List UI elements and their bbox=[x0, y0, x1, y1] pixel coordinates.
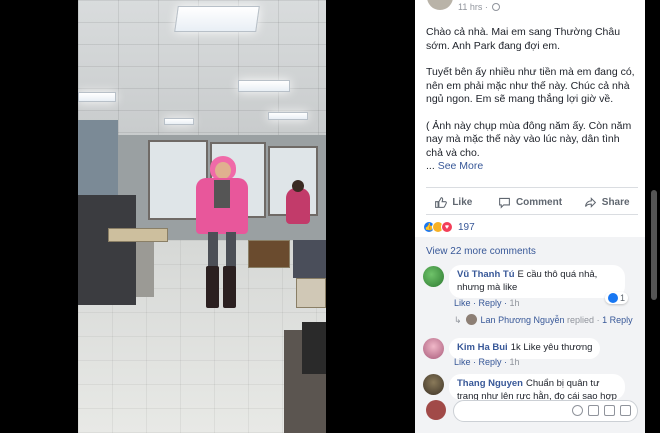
comment-bubble: Kim Ha Bui 1k Like yêu thương bbox=[449, 338, 601, 359]
comment-like-badge[interactable]: 1 bbox=[605, 292, 629, 304]
share-icon bbox=[584, 196, 596, 208]
divider bbox=[426, 214, 638, 215]
reply-action: replied bbox=[567, 315, 595, 325]
post-panel: 11 hrs · Chào cả nhà. Mai em sang Thường… bbox=[415, 0, 645, 433]
reply-avatar bbox=[465, 314, 477, 325]
commenter-avatar[interactable] bbox=[423, 338, 444, 359]
comment-meta: Like · Reply · 1h bbox=[454, 357, 520, 367]
write-comment bbox=[426, 398, 638, 424]
post-header: 11 hrs · bbox=[415, 0, 645, 18]
see-more-link[interactable]: See More bbox=[438, 160, 484, 172]
share-button[interactable]: Share bbox=[568, 191, 645, 213]
comment-like-link[interactable]: Like bbox=[454, 298, 471, 308]
camera-icon[interactable] bbox=[588, 405, 599, 416]
love-reaction-icon: ♥ bbox=[441, 221, 453, 233]
commenter-name[interactable]: Thang Nguyen bbox=[457, 378, 523, 389]
comment-meta: Like · Reply · 1h bbox=[454, 298, 520, 308]
comment-time[interactable]: 1h bbox=[510, 298, 520, 308]
comment-button[interactable]: Comment bbox=[492, 191, 569, 213]
comment-button-label: Comment bbox=[515, 196, 563, 208]
post-actions: Like Comment Share bbox=[415, 191, 645, 213]
post-photo[interactable] bbox=[78, 0, 326, 433]
divider bbox=[426, 187, 638, 188]
post-text: Chào cả nhà. Mai em sang Thường Châu sớm… bbox=[426, 26, 638, 174]
view-more-comments-link[interactable]: View 22 more comments bbox=[426, 246, 536, 257]
gif-icon[interactable] bbox=[604, 405, 615, 416]
like-button-label: Like bbox=[452, 196, 473, 208]
reply-author: Lan Phương Nguyễn bbox=[480, 315, 565, 325]
like-button[interactable]: Like bbox=[415, 191, 492, 213]
commenter-avatar[interactable] bbox=[423, 266, 444, 287]
comment-input[interactable] bbox=[453, 400, 638, 422]
my-avatar bbox=[426, 400, 446, 420]
scrollbar-thumb[interactable] bbox=[651, 190, 657, 300]
comment-text: 1k Like yêu thương bbox=[510, 342, 593, 353]
share-button-label: Share bbox=[601, 196, 630, 208]
commenter-avatar[interactable] bbox=[423, 374, 444, 395]
reply-preview[interactable]: ↳ Lan Phương Nguyễn replied · 1 Reply bbox=[454, 314, 633, 326]
thumbs-up-icon bbox=[435, 196, 448, 208]
commenter-name[interactable]: Vũ Thanh Tú bbox=[457, 269, 515, 280]
reply-count: 1 Reply bbox=[602, 315, 633, 325]
reply-arrow-icon: ↳ bbox=[454, 315, 462, 325]
comment-like-link[interactable]: Like bbox=[454, 357, 471, 367]
comment-bubble: Vũ Thanh Tú E cầu thô quá nhả, nhưng mà l… bbox=[449, 265, 625, 298]
post-paragraph: Tuyết bên ấy nhiều như tiền mà em đang c… bbox=[426, 66, 635, 105]
reaction-count: 197 bbox=[458, 221, 475, 233]
comment-time[interactable]: 1h bbox=[510, 357, 520, 367]
photo-viewer: 11 hrs · Chào cả nhà. Mai em sang Thường… bbox=[0, 0, 660, 433]
post-ellipsis: ... bbox=[426, 160, 435, 172]
comment-reply-link[interactable]: Reply bbox=[479, 298, 502, 308]
like-icon bbox=[608, 293, 618, 303]
comment-icon bbox=[499, 197, 510, 209]
reaction-summary[interactable]: 👍 ♥ 197 bbox=[423, 221, 475, 233]
sticker-icon[interactable] bbox=[620, 405, 631, 416]
comment-reply-link[interactable]: Reply bbox=[479, 357, 502, 367]
commenter-name[interactable]: Kim Ha Bui bbox=[457, 342, 508, 353]
post-paragraph: Chào cả nhà. Mai em sang Thường Châu sớm… bbox=[426, 26, 621, 52]
reply-separator: · bbox=[596, 315, 600, 325]
post-time[interactable]: 11 hrs · bbox=[458, 2, 501, 12]
emoji-icon[interactable] bbox=[572, 405, 583, 416]
author-avatar[interactable] bbox=[427, 0, 453, 10]
post-paragraph: ( Ảnh này chụp mùa đông năm ấy. Còn năm … bbox=[426, 119, 632, 159]
globe-icon bbox=[492, 3, 501, 11]
comment-bubble: Thang Nguyen Chuẩn bị quân tư trang như l… bbox=[449, 374, 625, 400]
